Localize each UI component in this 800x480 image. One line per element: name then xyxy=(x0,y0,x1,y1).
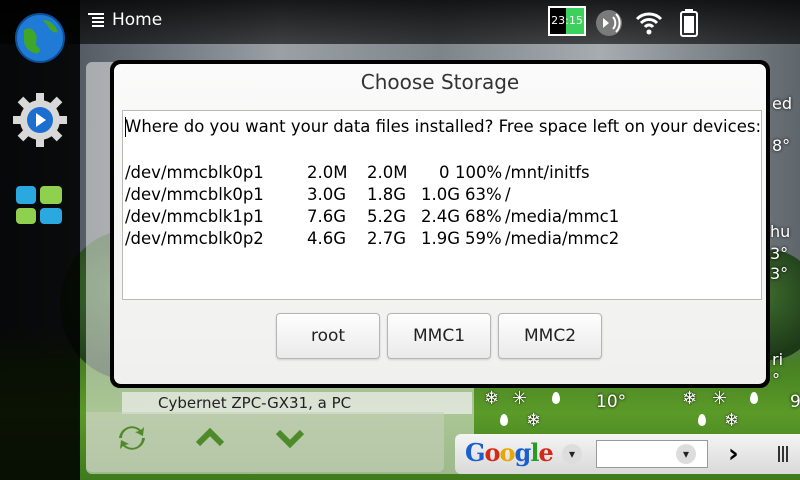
snowflake-icon: ✳ xyxy=(512,388,528,409)
weather-text: ed xyxy=(772,94,792,113)
snowflake-icon: ✳ xyxy=(712,388,728,409)
applications-grid-icon[interactable] xyxy=(10,176,70,236)
device-use-pct: 59% xyxy=(465,229,502,248)
weather-temp: 9° xyxy=(790,392,800,412)
storage-question: Where do you want your data files instal… xyxy=(125,117,762,136)
menu-title: Home xyxy=(112,10,163,30)
device-size: 7.6G xyxy=(307,207,347,226)
weather-text: 3° xyxy=(770,264,789,283)
presence-icon[interactable] xyxy=(594,8,624,42)
weather-text: 8° xyxy=(772,136,791,155)
snowflake-icon: ❄ xyxy=(484,388,500,409)
device-name: /dev/mmcblk0p1 xyxy=(125,185,264,204)
device-avail: 2.4G xyxy=(421,207,461,226)
device-used: 2.0M xyxy=(367,163,408,182)
battery-icon[interactable] xyxy=(678,8,700,42)
device-use-pct: 63% xyxy=(465,185,502,204)
search-go-arrow-icon[interactable]: › xyxy=(728,440,739,468)
weather-text: ri xyxy=(772,350,784,369)
device-avail: 1.9G xyxy=(421,229,461,248)
raindrop-icon xyxy=(500,414,508,426)
device-used: 2.7G xyxy=(367,229,407,248)
device-use-pct: 68% xyxy=(465,207,502,226)
app-menu[interactable]: Home xyxy=(88,10,162,30)
device-used: 1.8G xyxy=(367,185,407,204)
snowflake-icon: ❄ xyxy=(526,410,542,431)
weather-text: 3° xyxy=(770,244,789,263)
clock-time: 23:15 xyxy=(551,14,583,27)
device-use-pct: 100% xyxy=(455,163,503,182)
dialog-body: Choose Storage Where do you want your da… xyxy=(114,64,766,384)
mmc2-button[interactable]: MMC2 xyxy=(498,313,602,359)
bookmark-item[interactable]: Cybernet ZPC-GX31, a PC xyxy=(122,392,472,414)
globe-icon[interactable] xyxy=(10,8,70,68)
scroll-down-icon[interactable] xyxy=(272,420,312,460)
search-engine-dropdown-icon[interactable]: ▾ xyxy=(562,444,582,464)
raindrop-icon xyxy=(750,392,758,404)
sidebar xyxy=(0,0,80,480)
device-name: /dev/mmcblk0p1 xyxy=(125,163,264,182)
device-avail: 0 xyxy=(439,163,450,182)
weather-text: ° xyxy=(772,370,780,389)
mmc1-button[interactable]: MMC1 xyxy=(387,313,491,359)
snowflake-icon: ❄ xyxy=(682,388,698,409)
widget-drag-handle-icon[interactable] xyxy=(778,446,790,462)
storage-info-textbox[interactable]: Where do you want your data files instal… xyxy=(122,110,762,300)
raindrop-icon xyxy=(552,392,560,404)
device-mount: /mnt/initfs xyxy=(505,163,590,182)
device-size: 2.0M xyxy=(307,163,348,182)
device-mount: /media/mmc1 xyxy=(505,207,620,226)
snowflake-icon: ❄ xyxy=(724,410,740,431)
device-size: 4.6G xyxy=(307,229,347,248)
device-name: /dev/mmcblk0p2 xyxy=(125,229,264,248)
device-name: /dev/mmcblk1p1 xyxy=(125,207,264,226)
refresh-icon[interactable] xyxy=(114,420,154,460)
device-avail: 1.0G xyxy=(421,185,461,204)
device-mount: / xyxy=(505,185,511,204)
root-button[interactable]: root xyxy=(276,313,380,359)
scroll-up-icon[interactable] xyxy=(192,420,232,460)
weather-temp: 10° xyxy=(596,392,627,412)
device-size: 3.0G xyxy=(307,185,347,204)
dialog-title: Choose Storage xyxy=(360,70,520,94)
search-history-dropdown-icon[interactable]: ▾ xyxy=(676,444,696,464)
menu-icon xyxy=(88,13,104,27)
settings-gear-icon[interactable] xyxy=(10,90,70,150)
google-logo: Google xyxy=(465,438,554,467)
raindrop-icon xyxy=(698,414,706,426)
weather-text: hu xyxy=(770,222,791,241)
wifi-icon[interactable] xyxy=(634,8,664,42)
device-mount: /media/mmc2 xyxy=(505,229,620,248)
choose-storage-dialog: Choose Storage Where do you want your da… xyxy=(110,60,770,388)
device-used: 5.2G xyxy=(367,207,407,226)
clock-widget[interactable]: 23:15 xyxy=(548,6,586,36)
